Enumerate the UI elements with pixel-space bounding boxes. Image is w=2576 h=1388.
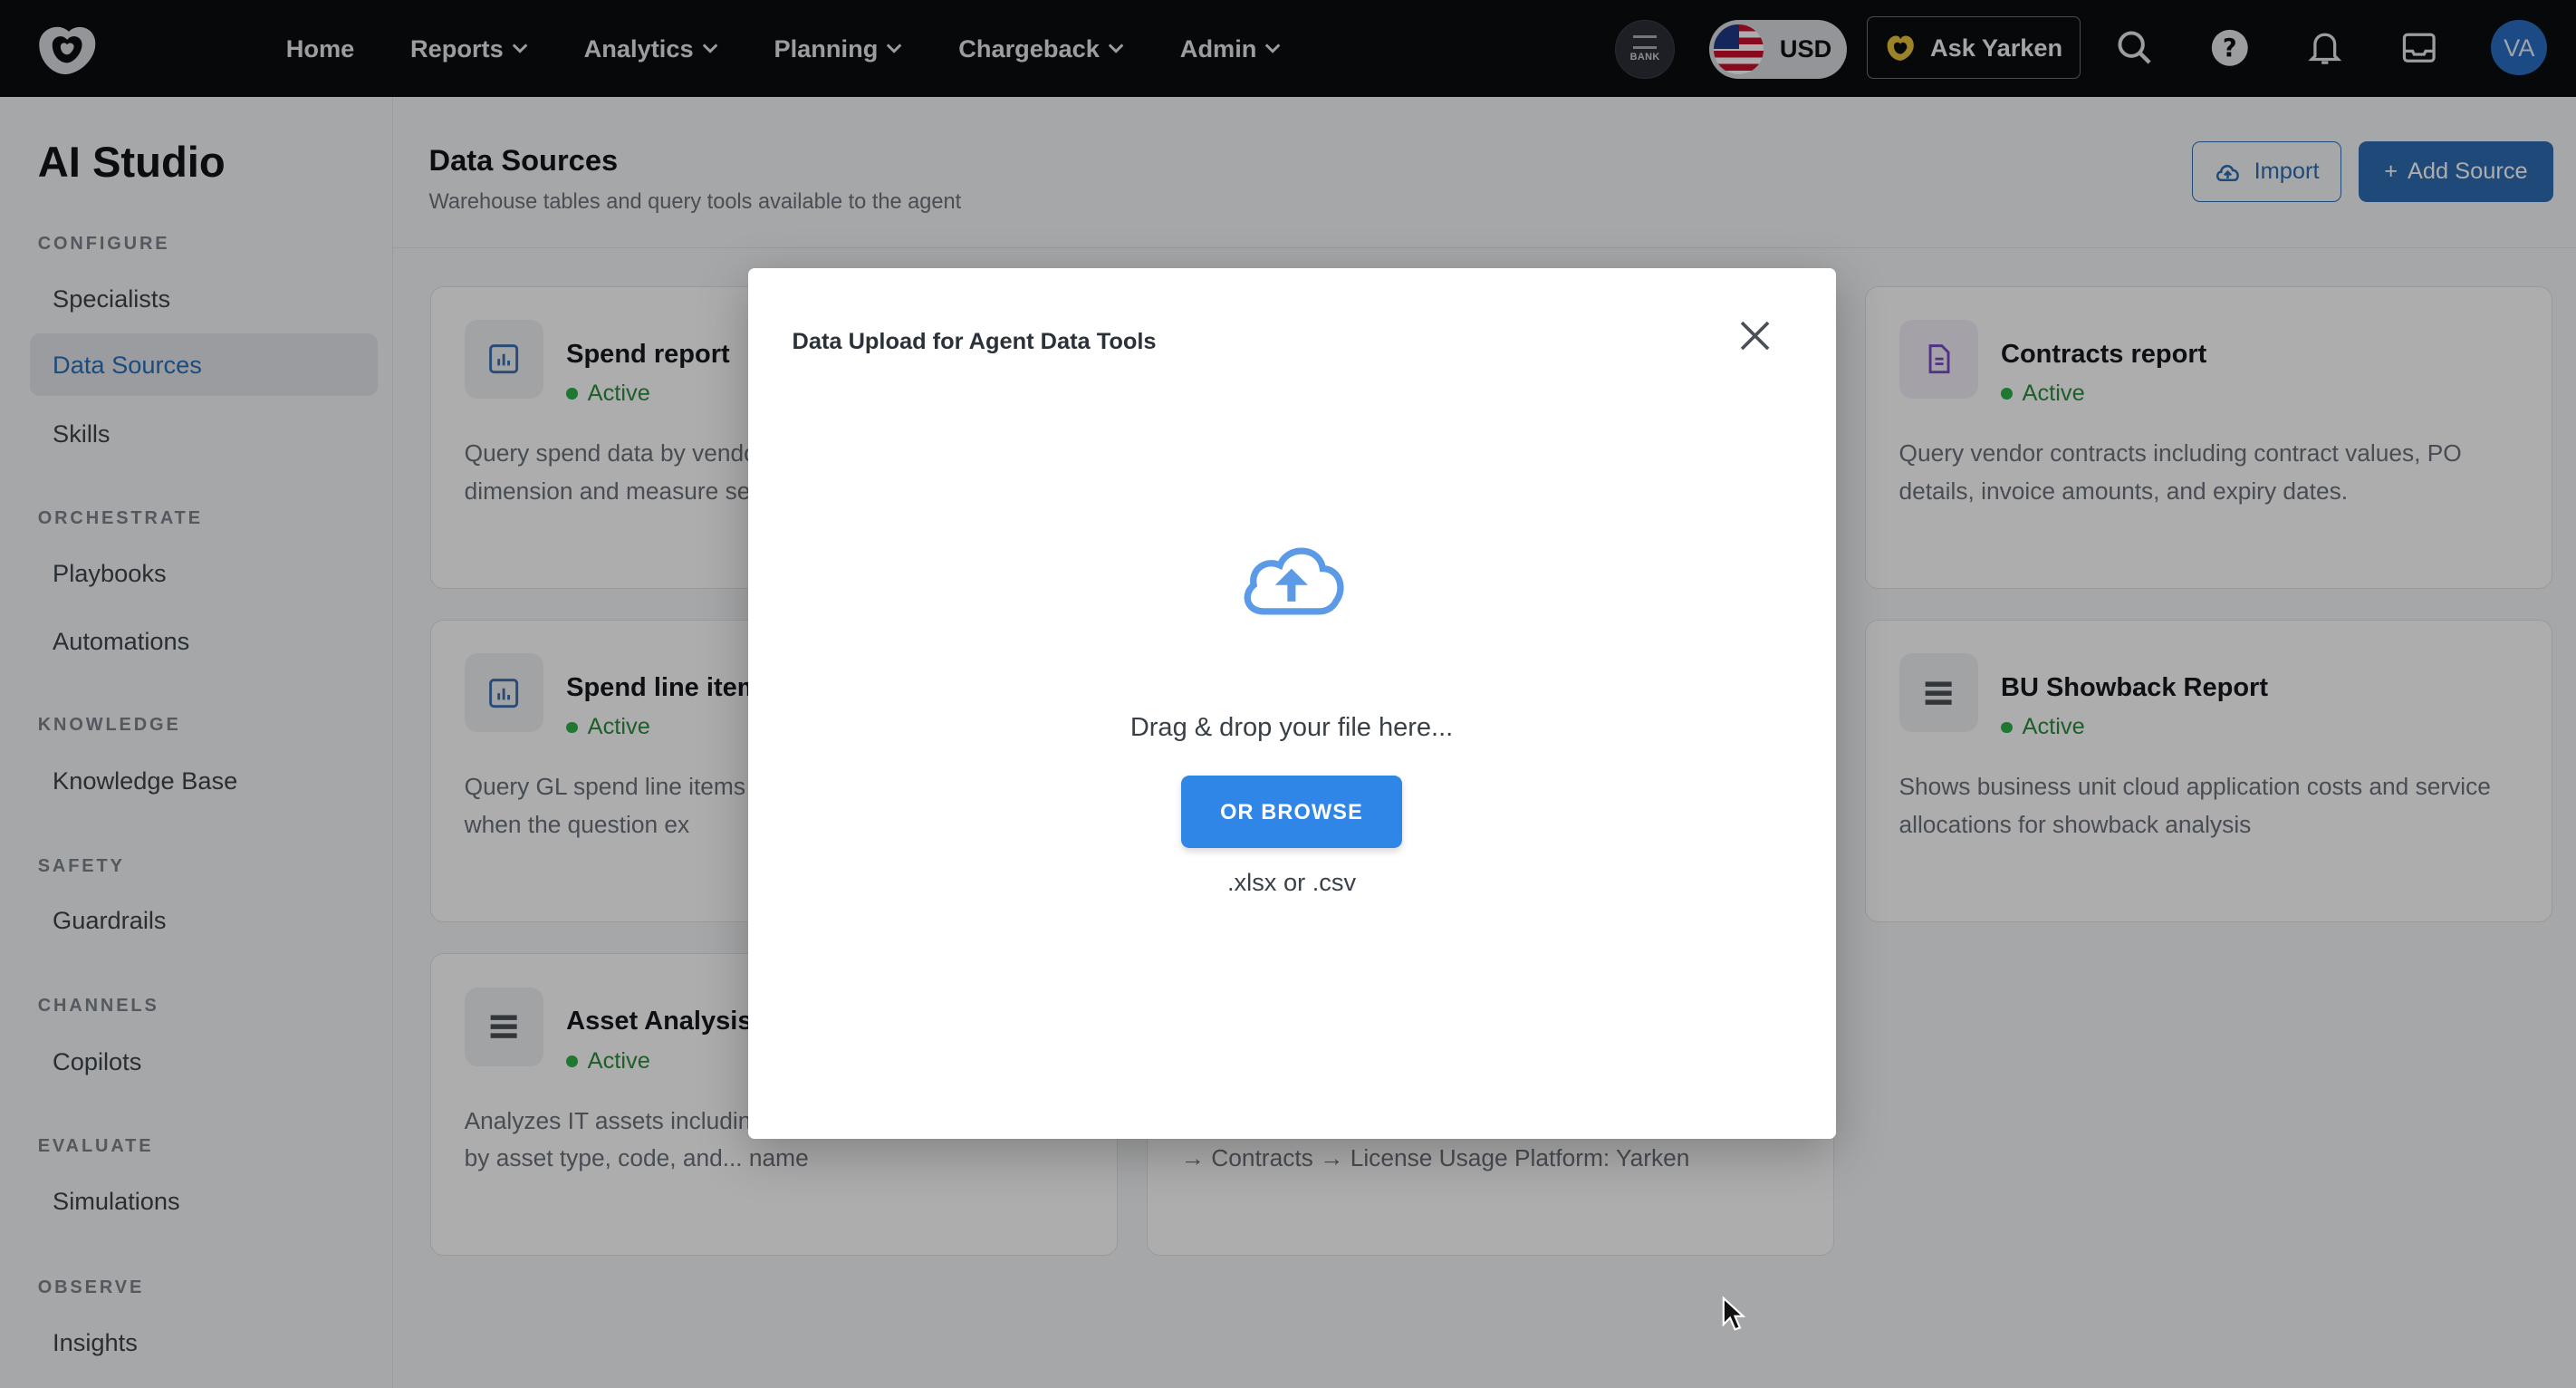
mouse-cursor-icon	[1723, 1296, 1745, 1332]
allowed-extensions: .xlsx or .csv	[1226, 867, 1357, 896]
browse-button[interactable]: OR BROWSE	[1181, 776, 1402, 849]
dialog-title: Data Upload for Agent Data Tools	[792, 328, 1157, 354]
close-icon[interactable]	[1734, 314, 1776, 357]
cloud-upload-icon	[1244, 547, 1344, 615]
drop-zone-text[interactable]: Drag & drop your file here...	[748, 713, 1836, 743]
upload-dialog: Data Upload for Agent Data Tools Drag & …	[747, 267, 1836, 1140]
